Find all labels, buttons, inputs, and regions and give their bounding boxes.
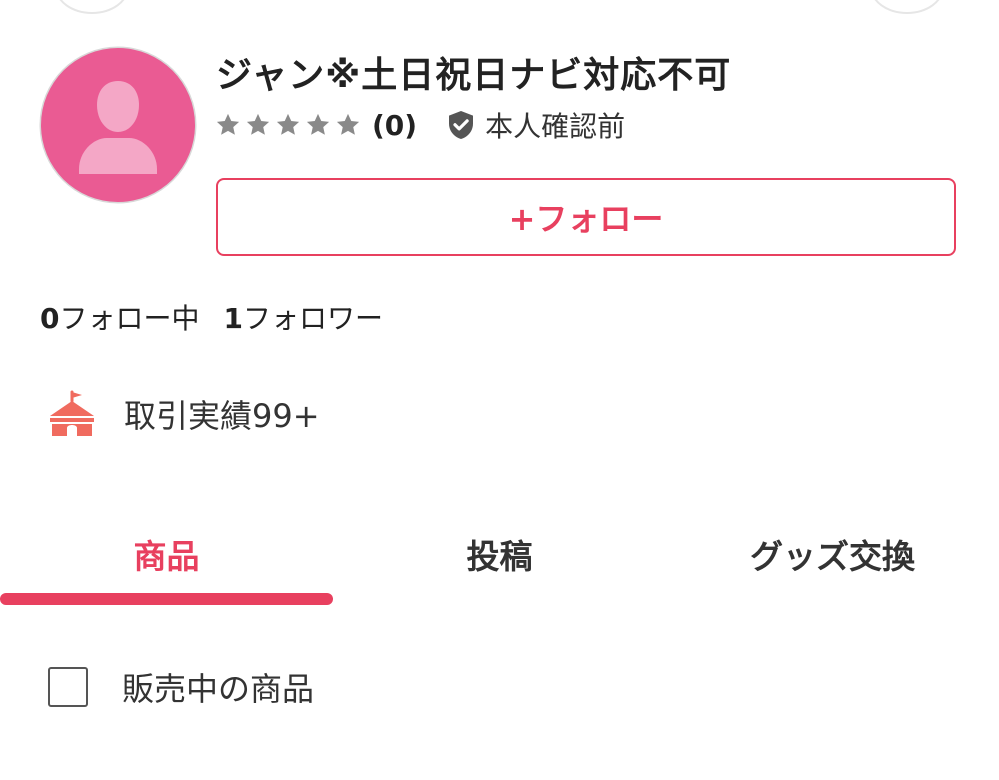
verification-status: 本人確認前 [485, 110, 626, 143]
following-count: 0 [40, 302, 60, 335]
shield-check-icon [445, 109, 477, 141]
star-icon [244, 111, 272, 139]
on-sale-label: 販売中の商品 [122, 670, 315, 708]
following-count-link[interactable]: 0 フォロー中 [40, 297, 200, 337]
rating-row: (0) 本人確認前 [214, 106, 625, 144]
follow-stats: 0 フォロー中 1 フォロワー [40, 297, 383, 337]
tent-icon [46, 388, 98, 440]
followers-count-link[interactable]: 1 フォロワー [224, 297, 384, 337]
avatar[interactable] [41, 48, 195, 202]
top-right-partial-button[interactable] [870, 0, 944, 14]
default-user-avatar-icon [79, 81, 157, 174]
following-label: フォロー中 [59, 302, 200, 335]
username: ジャン※土日祝日ナビ対応不可 [216, 55, 732, 96]
star-icon [274, 111, 302, 139]
follow-button[interactable]: +フォロー [216, 178, 956, 256]
active-tab-indicator [0, 593, 333, 605]
followers-count: 1 [223, 302, 243, 335]
top-left-partial-button[interactable] [55, 0, 129, 14]
star-icon [334, 111, 362, 139]
rating-stars [214, 111, 364, 139]
trade-record-label: 取引実績99+ [124, 397, 320, 435]
star-icon [214, 111, 242, 139]
star-icon [304, 111, 332, 139]
on-sale-checkbox[interactable] [48, 667, 88, 707]
rating-count: (0) [372, 108, 418, 142]
followers-label: フォロワー [242, 302, 383, 335]
tab-posts[interactable]: 投稿 [333, 510, 666, 610]
on-sale-filter[interactable]: 販売中の商品 [48, 664, 314, 710]
tab-goods-exchange[interactable]: グッズ交換 [666, 510, 999, 610]
trade-record[interactable]: 取引実績99+ [46, 388, 320, 440]
